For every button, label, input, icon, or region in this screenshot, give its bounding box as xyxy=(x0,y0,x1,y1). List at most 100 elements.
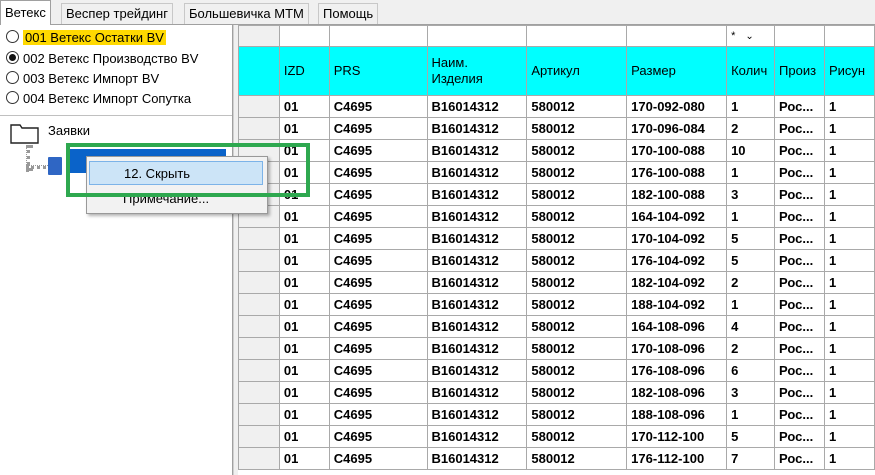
table-cell[interactable]: 580012 xyxy=(526,227,628,250)
table-cell[interactable]: 580012 xyxy=(526,183,628,206)
table-cell[interactable]: 580012 xyxy=(526,425,628,448)
table-cell[interactable]: C4695 xyxy=(328,403,428,426)
table-cell[interactable]: Рос... xyxy=(774,161,825,184)
table-cell[interactable]: 1 xyxy=(726,161,776,184)
table-cell[interactable]: 1 xyxy=(824,293,875,316)
column-header-article[interactable]: Артикул xyxy=(526,46,628,96)
table-cell[interactable]: 01 xyxy=(278,359,330,382)
table-cell[interactable]: Рос... xyxy=(774,117,825,140)
table-cell[interactable]: 01 xyxy=(278,315,330,338)
table-cell[interactable]: 580012 xyxy=(526,117,628,140)
table-cell[interactable]: 176-100-088 xyxy=(626,161,728,184)
radio-option-003[interactable]: 003 Ветекс Импорт BV xyxy=(6,69,159,89)
table-row[interactable]: 01 C4695 B16014312 580012 170-104-092 5 Рос...… xyxy=(238,227,875,250)
table-cell[interactable]: B16014312 xyxy=(426,293,528,316)
table-cell[interactable]: 580012 xyxy=(526,205,628,228)
table-row[interactable]: 01 C4695 B16014312 580012 170-092-080 1 Рос...… xyxy=(238,95,875,118)
filter-cell[interactable] xyxy=(824,25,875,47)
table-row[interactable]: 01 C4695 B16014312 580012 188-108-096 1 Рос...… xyxy=(238,403,875,426)
column-header-name[interactable]: Наим. Изделия xyxy=(426,46,528,96)
table-cell[interactable]: C4695 xyxy=(328,205,428,228)
table-cell[interactable]: C4695 xyxy=(328,271,428,294)
column-header-size[interactable]: Размер xyxy=(626,46,728,96)
table-cell[interactable]: 01 xyxy=(278,293,330,316)
table-cell[interactable]: 1 xyxy=(824,337,875,360)
table-cell[interactable]: 10 xyxy=(726,139,776,162)
table-cell[interactable]: 1 xyxy=(824,403,875,426)
table-row[interactable]: 01 C4695 B16014312 580012 182-104-092 2 Рос...… xyxy=(238,271,875,294)
table-cell[interactable]: 01 xyxy=(278,95,330,118)
tree-folder-label[interactable]: Заявки xyxy=(48,123,90,138)
column-header-quantity[interactable]: Колич xyxy=(726,46,776,96)
table-cell[interactable]: 5 xyxy=(726,425,776,448)
column-header-izd[interactable]: IZD xyxy=(278,46,330,96)
table-cell[interactable]: 2 xyxy=(726,271,776,294)
tab-vetex[interactable]: Ветекс xyxy=(0,0,51,25)
row-selector[interactable] xyxy=(238,381,280,404)
row-selector[interactable] xyxy=(238,249,280,272)
table-cell[interactable]: 01 xyxy=(278,381,330,404)
row-selector[interactable] xyxy=(238,337,280,360)
table-cell[interactable]: 01 xyxy=(278,249,330,272)
table-cell[interactable]: Рос... xyxy=(774,337,825,360)
table-cell[interactable]: 176-112-100 xyxy=(626,447,728,470)
table-cell[interactable]: B16014312 xyxy=(426,161,528,184)
table-row[interactable]: 01 C4695 B16014312 580012 170-100-088 10 Рос..… xyxy=(238,139,875,162)
table-cell[interactable]: 580012 xyxy=(526,249,628,272)
table-cell[interactable]: C4695 xyxy=(328,249,428,272)
table-cell[interactable]: 4 xyxy=(726,315,776,338)
table-cell[interactable]: B16014312 xyxy=(426,425,528,448)
table-cell[interactable]: 164-104-092 xyxy=(626,205,728,228)
table-cell[interactable]: 1 xyxy=(824,271,875,294)
table-cell[interactable]: 176-104-092 xyxy=(626,249,728,272)
table-cell[interactable]: B16014312 xyxy=(426,337,528,360)
table-cell[interactable]: 170-092-080 xyxy=(626,95,728,118)
table-cell[interactable]: 1 xyxy=(824,447,875,470)
column-header-prs[interactable]: PRS xyxy=(328,46,428,96)
filter-cell[interactable] xyxy=(526,25,628,47)
table-cell[interactable]: B16014312 xyxy=(426,95,528,118)
table-cell[interactable]: Рос... xyxy=(774,447,825,470)
table-cell[interactable]: 1 xyxy=(824,425,875,448)
table-cell[interactable]: 580012 xyxy=(526,161,628,184)
row-selector[interactable] xyxy=(238,227,280,250)
table-cell[interactable]: 2 xyxy=(726,337,776,360)
table-cell[interactable]: 01 xyxy=(278,227,330,250)
radio-option-002[interactable]: 002 Ветекс Производство BV xyxy=(6,49,198,69)
table-cell[interactable]: 01 xyxy=(278,447,330,470)
table-cell[interactable]: 01 xyxy=(278,117,330,140)
table-cell[interactable]: 580012 xyxy=(526,447,628,470)
table-cell[interactable]: 182-104-092 xyxy=(626,271,728,294)
filter-cell[interactable] xyxy=(278,25,330,47)
table-cell[interactable]: 2 xyxy=(726,117,776,140)
filter-cell[interactable] xyxy=(774,25,825,47)
table-cell[interactable]: C4695 xyxy=(328,161,428,184)
row-selector[interactable] xyxy=(238,403,280,426)
table-cell[interactable]: 1 xyxy=(824,381,875,404)
table-cell[interactable]: 3 xyxy=(726,381,776,404)
table-cell[interactable]: Рос... xyxy=(774,381,825,404)
table-cell[interactable]: 6 xyxy=(726,359,776,382)
radio-option-004[interactable]: 004 Ветекс Импорт Сопутка xyxy=(6,89,191,109)
table-cell[interactable]: 1 xyxy=(824,95,875,118)
table-cell[interactable]: 1 xyxy=(824,315,875,338)
table-cell[interactable]: 580012 xyxy=(526,315,628,338)
table-cell[interactable]: Рос... xyxy=(774,249,825,272)
table-cell[interactable]: C4695 xyxy=(328,337,428,360)
table-cell[interactable]: B16014312 xyxy=(426,403,528,426)
table-cell[interactable]: 580012 xyxy=(526,95,628,118)
table-cell[interactable]: C4695 xyxy=(328,425,428,448)
table-cell[interactable]: 01 xyxy=(278,337,330,360)
table-row[interactable]: 01 C4695 B16014312 580012 170-108-096 2 Рос...… xyxy=(238,337,875,360)
table-cell[interactable]: C4695 xyxy=(328,117,428,140)
table-cell[interactable]: Рос... xyxy=(774,271,825,294)
table-cell[interactable]: C4695 xyxy=(328,381,428,404)
table-cell[interactable]: 01 xyxy=(278,205,330,228)
table-cell[interactable]: Рос... xyxy=(774,205,825,228)
table-cell[interactable]: Рос... xyxy=(774,139,825,162)
table-row[interactable]: 01 C4695 B16014312 580012 176-108-096 6 Рос...… xyxy=(238,359,875,382)
table-cell[interactable]: Рос... xyxy=(774,227,825,250)
table-cell[interactable]: B16014312 xyxy=(426,271,528,294)
table-row[interactable]: 01 C4695 B16014312 580012 176-112-100 7 Рос...… xyxy=(238,447,875,470)
table-row[interactable]: 01 C4695 B16014312 580012 176-100-088 1 Рос...… xyxy=(238,161,875,184)
